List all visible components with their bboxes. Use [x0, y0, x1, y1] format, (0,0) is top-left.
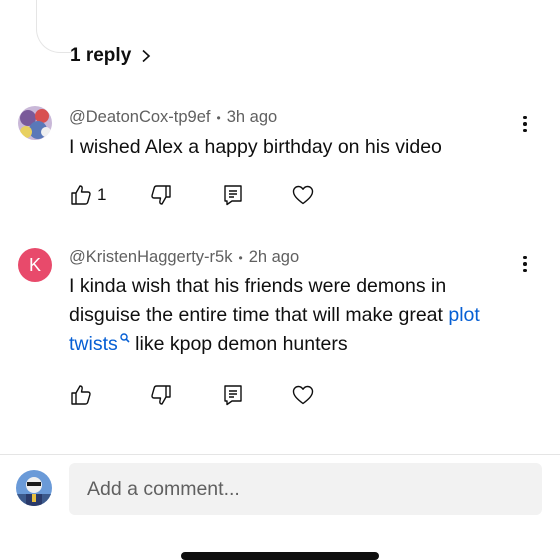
replies-label: 1 reply — [70, 45, 132, 66]
heart-icon — [292, 385, 314, 405]
reply-icon — [224, 185, 242, 206]
dislike-button[interactable] — [149, 180, 173, 210]
search-link-plot[interactable]: plot — [448, 304, 479, 326]
add-comment-input[interactable]: Add a comment... — [69, 463, 542, 515]
thumbs-down-icon — [151, 185, 171, 205]
thumbs-up-icon — [71, 185, 91, 205]
more-vert-icon — [523, 255, 527, 260]
like-button[interactable] — [69, 380, 93, 410]
meta-separator: • — [216, 110, 221, 125]
comment-actions — [0, 380, 560, 410]
more-vert-icon — [523, 115, 527, 120]
comment-author[interactable]: @KristenHaggerty-r5k — [69, 248, 232, 267]
avatar[interactable] — [18, 106, 52, 140]
heart-button[interactable] — [291, 180, 315, 210]
like-button[interactable]: 1 — [69, 180, 106, 210]
thumbs-up-icon — [71, 385, 91, 405]
comment-text-line3: like kpop demon hunters — [129, 333, 348, 355]
comment-actions: 1 — [0, 180, 560, 210]
current-user-avatar — [16, 470, 52, 506]
comment-text: I kinda wish that his friends were demon… — [69, 272, 539, 359]
like-count: 1 — [97, 185, 107, 204]
comment-meta: @KristenHaggerty-r5k • 2h ago — [69, 248, 299, 267]
comment-text-line1: I kinda wish that his friends were demon… — [69, 275, 447, 297]
search-link-twists[interactable]: twists — [69, 333, 118, 355]
meta-separator: • — [238, 250, 243, 265]
composer-divider — [0, 454, 560, 455]
comment-text: I wished Alex a happy birthday on his vi… — [69, 136, 442, 158]
dislike-button[interactable] — [149, 380, 173, 410]
search-icon — [120, 333, 130, 343]
thread-connector-line — [36, 0, 71, 53]
chevron-right-icon — [142, 49, 151, 63]
reply-button[interactable] — [221, 380, 245, 410]
comment-time: 3h ago — [226, 108, 278, 126]
heart-button[interactable] — [291, 380, 315, 410]
view-replies-button[interactable]: 1 reply — [70, 42, 153, 70]
comment-meta: @DeatonCox-tp9ef • 3h ago — [69, 108, 277, 127]
comment-text-line2: disguise the entire time that will make … — [69, 304, 449, 326]
reply-button[interactable] — [221, 180, 245, 210]
home-indicator — [181, 552, 379, 560]
reply-icon — [224, 385, 242, 406]
comment-time: 2h ago — [248, 248, 300, 266]
avatar[interactable]: K — [18, 248, 52, 282]
heart-icon — [292, 185, 314, 205]
comment-author[interactable]: @DeatonCox-tp9ef — [69, 108, 211, 127]
thumbs-down-icon — [151, 385, 171, 405]
